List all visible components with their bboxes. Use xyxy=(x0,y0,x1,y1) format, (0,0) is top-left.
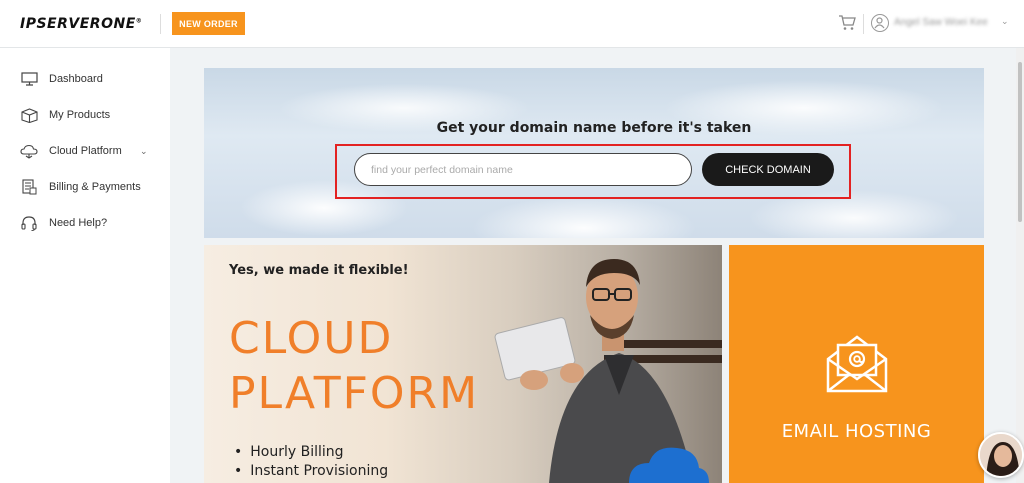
cloud-platform-tagline: Yes, we made it flexible! xyxy=(229,263,409,278)
live-chat-avatar[interactable] xyxy=(978,432,1024,478)
man-with-tablet-image xyxy=(494,259,722,483)
box-icon xyxy=(20,107,38,123)
cloud-platform-title-line1: CLOUD xyxy=(229,313,394,364)
email-hosting-banner[interactable]: EMAIL HOSTING xyxy=(729,245,984,483)
top-bar: IPSERVERONE® NEW ORDER Angel Saw Woei Ke… xyxy=(0,0,1024,48)
sidebar-item-label: Cloud Platform xyxy=(49,145,122,157)
domain-search-input[interactable] xyxy=(354,153,692,186)
chevron-down-icon[interactable]: ⌄ xyxy=(140,146,148,157)
sidebar-item-dashboard[interactable]: Dashboard xyxy=(0,61,170,97)
ipserverone-logo[interactable]: IPSERVERONE® xyxy=(20,16,142,32)
domain-search-title: Get your domain name before it's taken xyxy=(436,120,752,136)
sidebar-item-my-products[interactable]: My Products xyxy=(0,97,170,133)
sidebar-item-label: Billing & Payments xyxy=(49,181,141,193)
cloud-platform-banner[interactable]: Yes, we made it flexible! CLOUD PLATFORM… xyxy=(204,245,722,483)
cloud-icon xyxy=(20,143,38,159)
email-envelope-icon xyxy=(826,335,888,393)
new-order-button[interactable]: NEW ORDER xyxy=(172,12,245,35)
header-divider xyxy=(160,14,161,34)
chevron-down-icon[interactable]: ⌄ xyxy=(1001,16,1009,27)
cloud-platform-features: Hourly Billing Instant Provisioning xyxy=(234,443,388,481)
feature-item: Instant Provisioning xyxy=(234,462,388,481)
sidebar-item-label: My Products xyxy=(49,109,111,121)
sidebar-item-label: Dashboard xyxy=(49,73,103,85)
invoice-icon xyxy=(20,179,38,195)
user-avatar-icon[interactable] xyxy=(871,14,889,32)
scrollbar-thumb[interactable] xyxy=(1018,62,1022,222)
email-hosting-title: EMAIL HOSTING xyxy=(781,421,932,442)
header-divider xyxy=(863,14,864,34)
feature-item: Hourly Billing xyxy=(234,443,388,462)
sidebar-item-need-help[interactable]: Need Help? xyxy=(0,205,170,241)
sidebar-item-cloud-platform[interactable]: Cloud Platform ⌄ xyxy=(0,133,170,169)
domain-search-banner: Get your domain name before it's taken C… xyxy=(204,68,984,238)
sidebar-item-label: Need Help? xyxy=(49,217,108,229)
monitor-icon xyxy=(20,71,38,87)
headset-icon xyxy=(20,215,38,231)
user-name[interactable]: Angel Saw Woei Kee xyxy=(894,17,988,28)
check-domain-button[interactable]: CHECK DOMAIN xyxy=(702,153,834,186)
cloud-platform-title-line2: PLATFORM xyxy=(229,368,480,419)
cart-icon[interactable] xyxy=(838,15,856,31)
sidebar: Dashboard My Products Cloud Platform ⌄ B… xyxy=(0,48,170,483)
sidebar-item-billing-payments[interactable]: Billing & Payments xyxy=(0,169,170,205)
